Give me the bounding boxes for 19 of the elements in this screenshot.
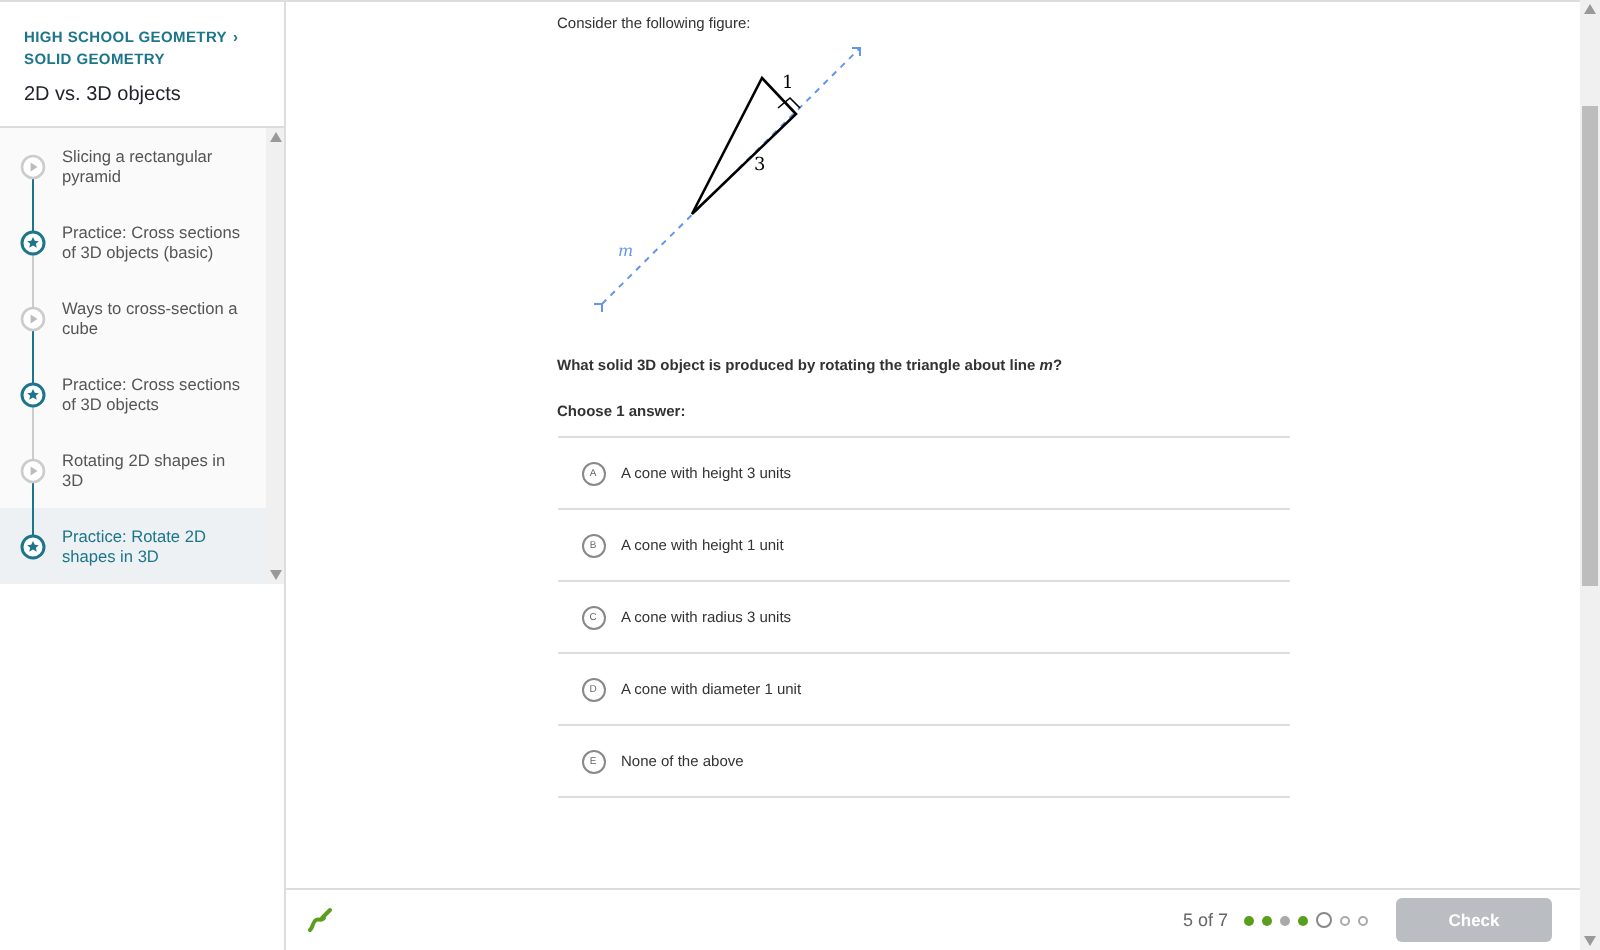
play-icon — [20, 153, 46, 179]
lesson-item[interactable]: Practice: Cross sections of 3D objects — [0, 356, 266, 432]
unit-title: 2D vs. 3D objects — [24, 84, 183, 106]
scroll-down-icon[interactable] — [269, 570, 281, 580]
play-icon — [20, 457, 46, 483]
progress-count: 5 of 7 — [1182, 910, 1228, 930]
lesson-item[interactable]: Practice: Rotate 2D shapes in 3D — [0, 508, 266, 584]
sidebar-scrollbar[interactable] — [266, 128, 284, 584]
scroll-up-icon[interactable] — [269, 132, 281, 142]
scroll-up-icon[interactable] — [1584, 4, 1596, 14]
scroll-down-icon[interactable] — [1584, 936, 1596, 946]
triangle-figure-drawing: 1 3 m — [557, 36, 957, 336]
play-icon — [20, 305, 46, 331]
lesson-item[interactable]: Rotating 2D shapes in 3D — [0, 432, 266, 508]
lesson-item[interactable]: Slicing a rectangular pyramid — [0, 128, 266, 204]
lesson-item[interactable]: Practice: Cross sections of 3D objects (basic) — [0, 204, 266, 280]
lesson-item[interactable]: Ways to cross-section a cube — [0, 280, 266, 356]
page-scrollbar[interactable] — [1580, 0, 1600, 950]
pencil-icon[interactable] — [306, 906, 334, 934]
